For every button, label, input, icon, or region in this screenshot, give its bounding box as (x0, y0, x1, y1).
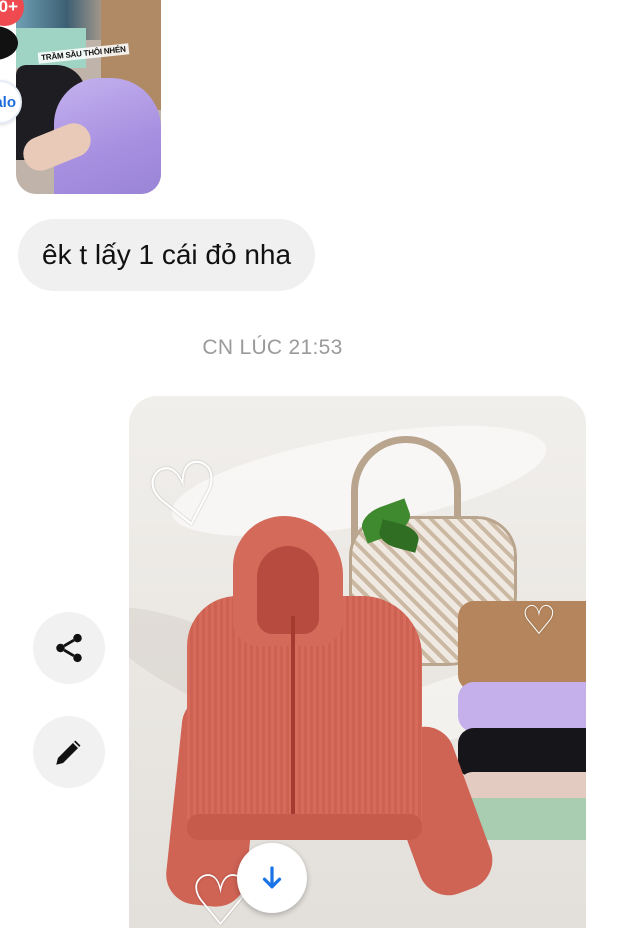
arrow-down-icon (262, 866, 282, 889)
share-button[interactable] (33, 612, 105, 684)
share-icon (56, 633, 82, 663)
heart-doodle-icon: ♡ (521, 598, 557, 644)
sent-image-message[interactable]: ♡ ♡ ♡ (129, 396, 586, 928)
scroll-to-bottom-button[interactable] (237, 843, 307, 913)
received-message-bubble[interactable]: êk t lấy 1 cái đỏ nha (18, 219, 316, 291)
notification-count: 0+ (0, 0, 18, 16)
heart-doodle-icon: ♡ (137, 440, 234, 554)
message-timestamp: CN LÚC 21:53 (202, 336, 343, 359)
image-region (458, 682, 586, 732)
image-region (291, 616, 295, 836)
image-region (257, 546, 319, 634)
edit-button[interactable] (33, 716, 105, 788)
image-region (458, 728, 586, 778)
image-region (187, 814, 422, 840)
chat-screen: TRẦM SẦU THÔI NHÉN 0+ alo êk t lấy 1 cái… (0, 0, 633, 928)
pencil-icon (56, 740, 81, 765)
zalo-label: alo (0, 93, 16, 111)
received-image-message[interactable]: TRẦM SẦU THÔI NHÉN (16, 0, 161, 194)
message-text: êk t lấy 1 cái đỏ nha (42, 239, 292, 270)
